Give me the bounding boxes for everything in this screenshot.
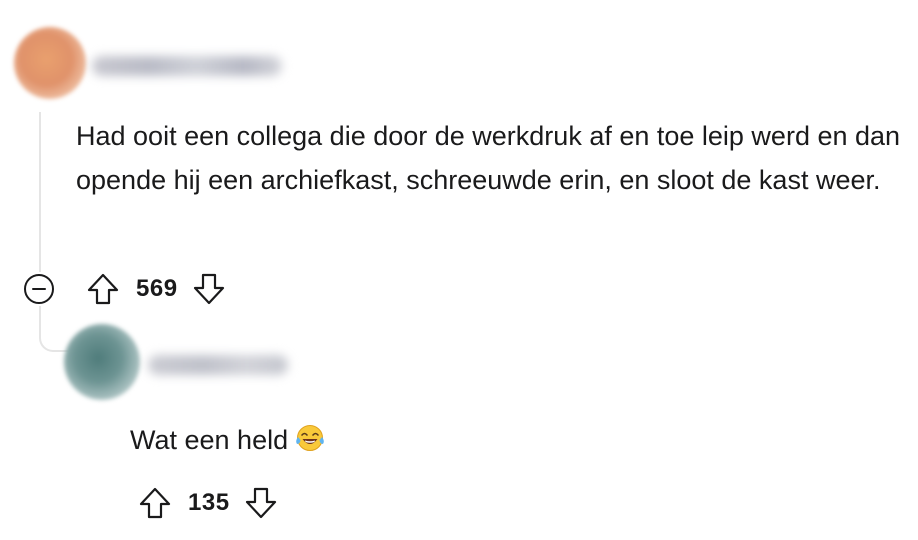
arrow-down-icon	[193, 273, 224, 305]
arrow-up-icon	[87, 273, 119, 305]
avatar[interactable]	[64, 324, 140, 400]
face-with-tears-of-joy-icon	[294, 423, 326, 464]
vote-bar: 569	[86, 271, 226, 307]
username-redacted[interactable]	[148, 355, 288, 375]
thread-line[interactable]	[39, 112, 41, 272]
upvote-button[interactable]	[138, 486, 172, 520]
reply-connector-line	[39, 306, 71, 352]
minus-circle-icon	[24, 274, 54, 304]
comment-text: Had ooit een collega die door de werkdru…	[76, 121, 901, 195]
downvote-button[interactable]	[192, 272, 226, 306]
vote-bar: 135	[138, 485, 278, 521]
vote-score: 135	[188, 489, 230, 516]
avatar[interactable]	[14, 27, 86, 99]
collapse-button[interactable]	[23, 273, 55, 305]
upvote-button[interactable]	[86, 272, 120, 306]
comment-thread: Had ooit een collega die door de werkdru…	[0, 0, 918, 540]
arrow-down-icon	[245, 487, 276, 519]
reply-text: Wat een held	[130, 425, 289, 455]
username-redacted[interactable]	[92, 56, 282, 76]
reply-text-container: Wat een held	[130, 420, 326, 464]
vote-score: 569	[136, 275, 178, 302]
arrow-up-icon	[139, 487, 171, 519]
downvote-button[interactable]	[244, 486, 278, 520]
